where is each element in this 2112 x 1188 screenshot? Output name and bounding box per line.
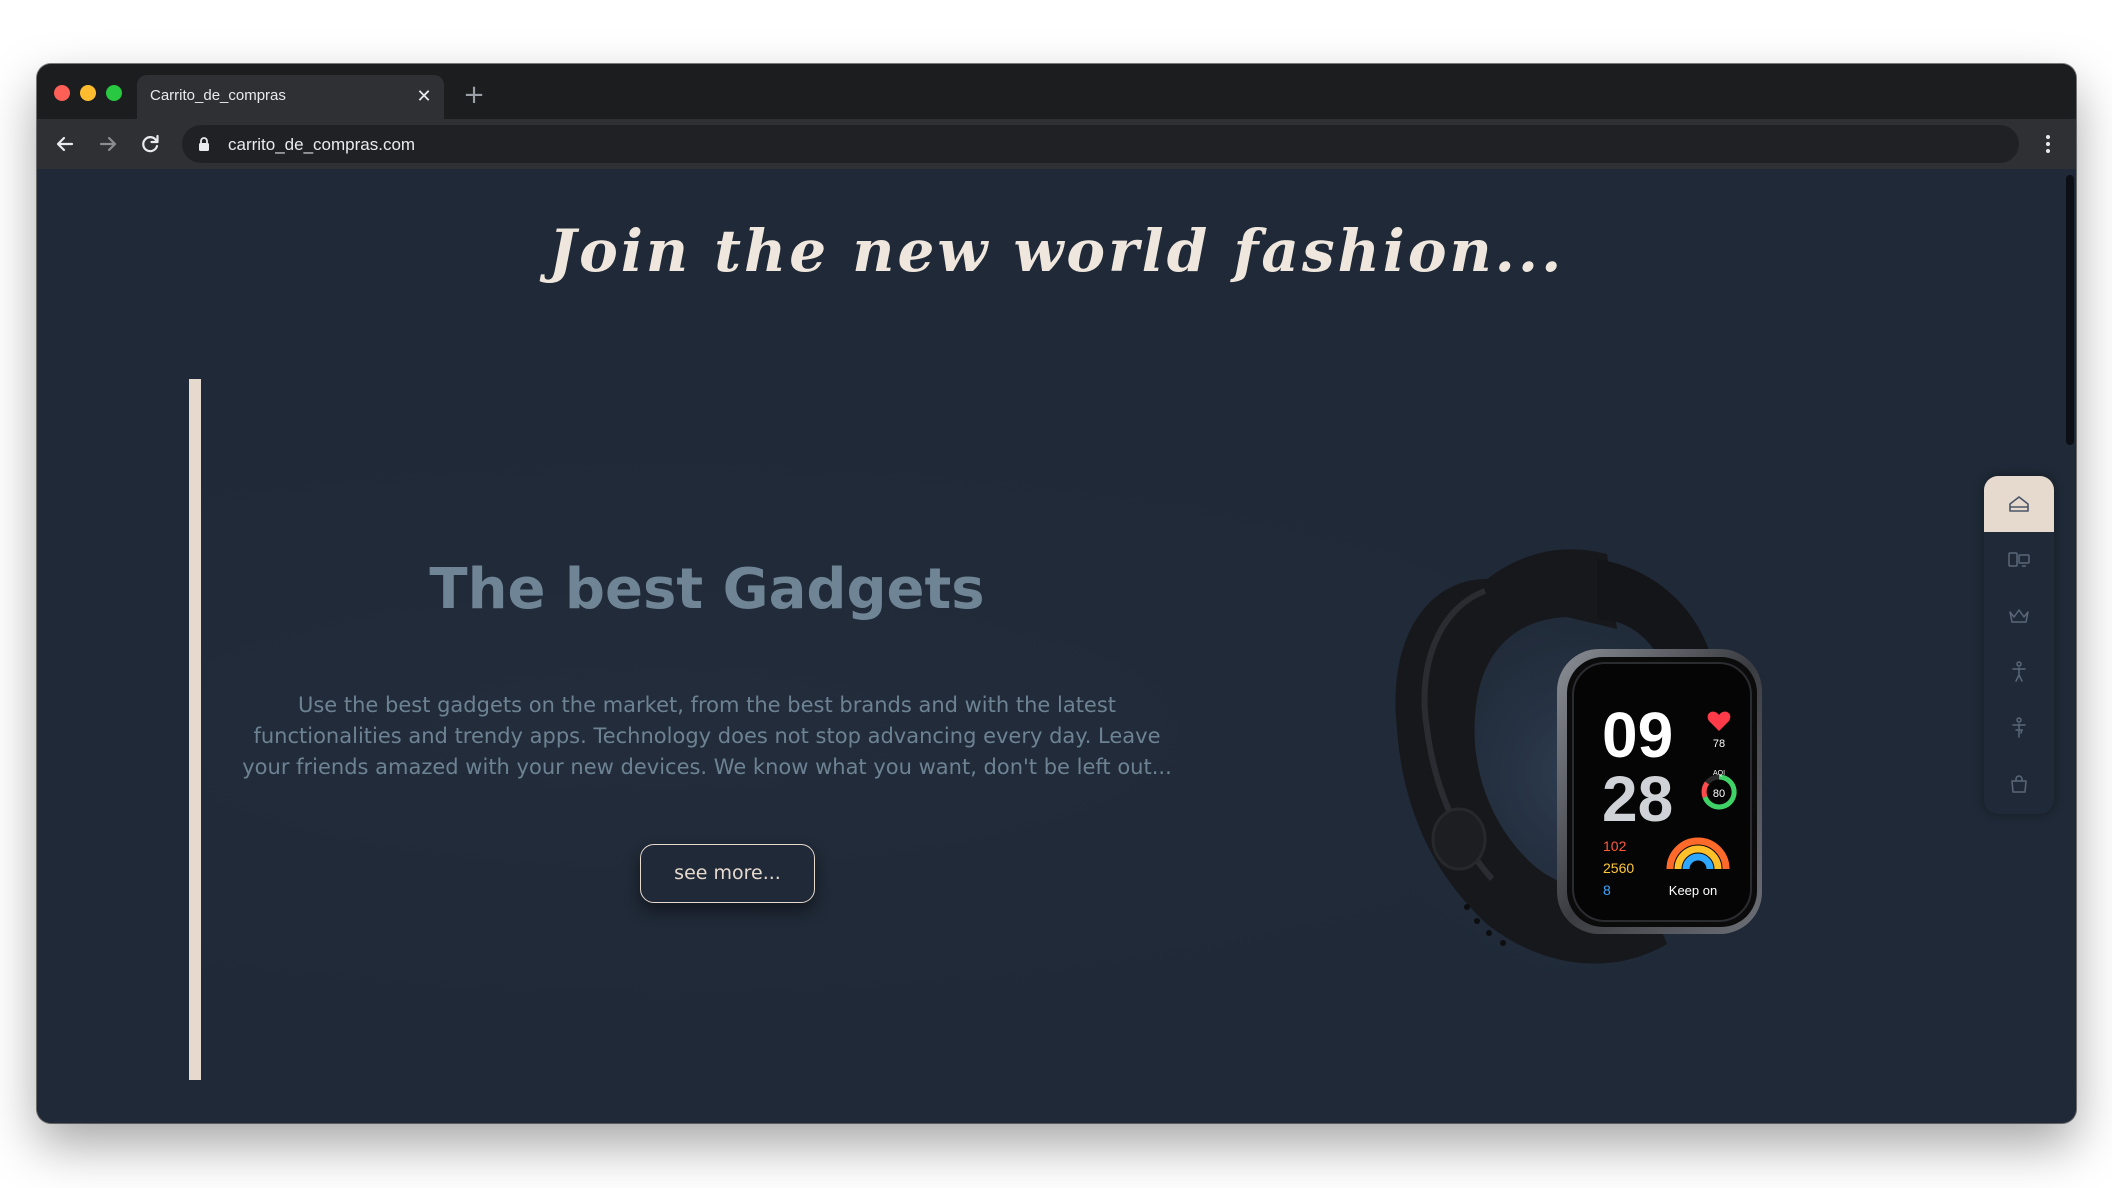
devices-icon (2008, 552, 2030, 567)
woman-icon (2012, 717, 2026, 738)
close-window-button[interactable] (54, 85, 70, 101)
page-headline: Join the new world fashion... (548, 217, 1565, 285)
watch-minute: 28 (1602, 763, 1673, 835)
man-icon (2012, 661, 2026, 682)
minimize-window-button[interactable] (80, 85, 96, 101)
side-nav-women[interactable] (1984, 700, 2054, 756)
watch-stat-2: 2560 (1603, 860, 1634, 876)
side-nav-devices[interactable] (1984, 532, 2054, 588)
page-scrollbar[interactable] (2066, 175, 2074, 445)
watch-heart-rate: 78 (1713, 738, 1725, 750)
watch-caption: Keep on (1669, 883, 1717, 898)
smartwatch-image: 09 28 78 AQI 80 102 2560 8 Keep on (1372, 542, 1782, 1006)
arrow-right-icon[interactable] (94, 130, 122, 158)
browser-window: Carrito_de_compras ✕ + carrito_de_compra… (37, 64, 2076, 1123)
see-more-button[interactable]: see more... (640, 844, 815, 903)
lock-icon (196, 136, 212, 152)
plus-icon[interactable]: + (460, 81, 488, 109)
watch-hour: 09 (1602, 699, 1673, 771)
arrow-left-icon[interactable] (51, 130, 79, 158)
hero-title: The best Gadgets (429, 557, 985, 622)
reload-icon[interactable] (136, 130, 164, 158)
tab-title: Carrito_de_compras (150, 87, 286, 104)
close-icon[interactable]: ✕ (412, 85, 436, 109)
side-navigation (1984, 476, 2054, 814)
side-nav-premium[interactable] (1984, 588, 2054, 644)
crown-icon (2009, 609, 2029, 623)
hero-accent-bar (189, 379, 201, 1080)
hero-description: Use the best gadgets on the market, from… (242, 693, 1172, 779)
watch-aqi-value: 80 (1713, 788, 1725, 800)
side-nav-men[interactable] (1984, 644, 2054, 700)
watch-aqi-label: AQI (1713, 770, 1725, 777)
browser-toolbar: carrito_de_compras.com (37, 119, 2076, 169)
tab-strip: Carrito_de_compras ✕ + (37, 64, 2076, 119)
address-bar[interactable]: carrito_de_compras.com (182, 125, 2019, 163)
shopping-bag-icon (2011, 775, 2027, 793)
maximize-window-button[interactable] (106, 85, 122, 101)
watch-stat-1: 102 (1603, 838, 1627, 854)
tab-carrito[interactable]: Carrito_de_compras ✕ (137, 75, 444, 119)
side-nav-cart[interactable] (1984, 756, 2054, 812)
watch-stat-3: 8 (1603, 882, 1611, 898)
more-vertical-icon[interactable] (2034, 130, 2062, 158)
url-text[interactable]: carrito_de_compras.com (228, 135, 415, 155)
home-icon (2009, 496, 2029, 512)
page-viewport: Join the new world fashion... The best G… (37, 169, 2076, 1123)
side-nav-home[interactable] (1984, 476, 2054, 532)
